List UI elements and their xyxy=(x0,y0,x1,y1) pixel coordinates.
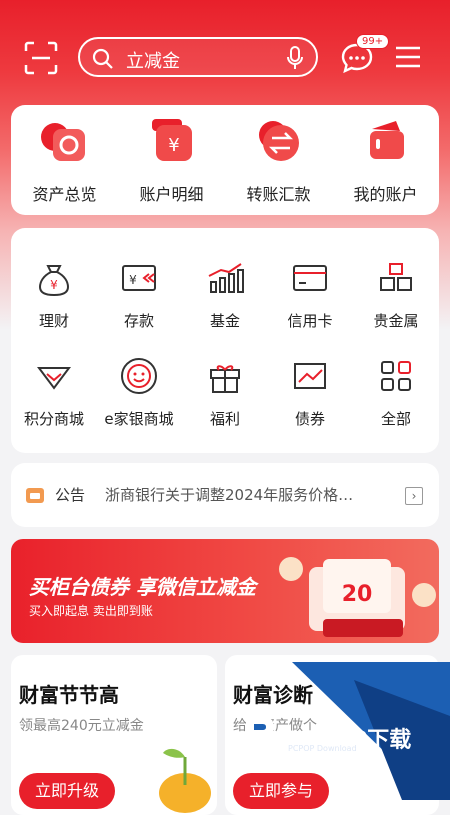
quick-item-label: 账户明细 xyxy=(139,185,204,204)
service-item-credit-card[interactable]: 信用卡 xyxy=(267,258,353,331)
service-label: 贵金属 xyxy=(373,312,419,330)
message-badge: 99+ xyxy=(356,34,390,49)
participate-button[interactable]: 立即参与 xyxy=(233,773,329,809)
service-label: 债券 xyxy=(294,410,325,428)
banner-amount: 20 xyxy=(342,582,373,607)
watermark-logo-icon xyxy=(246,716,274,754)
promo-banner[interactable]: 20 买柜台债券 享微信立减金 买入即起息 卖出即到账 xyxy=(11,539,439,643)
money-bag-icon: ¥ xyxy=(38,265,70,297)
svg-text:¥: ¥ xyxy=(129,273,137,287)
wealth-card-title: 财富节节高 xyxy=(19,683,119,707)
service-label: 信用卡 xyxy=(287,312,333,330)
chevron-right-icon[interactable]: › xyxy=(405,487,423,505)
quick-item-asset-overview[interactable]: 资产总览 xyxy=(11,115,118,205)
quick-item-transfer[interactable]: 转账汇款 xyxy=(225,115,332,205)
service-label: 全部 xyxy=(380,410,411,428)
service-item-benefits[interactable]: 福利 xyxy=(182,356,268,429)
service-label: 福利 xyxy=(209,410,240,428)
quick-actions-card: 资产总览 ¥ 账户明细 转账汇款 我的账户 xyxy=(11,105,439,215)
transfer-icon xyxy=(249,115,309,169)
svg-text:¥: ¥ xyxy=(168,135,179,156)
top-bar: 立减金 99+ xyxy=(0,34,450,81)
menu-icon[interactable] xyxy=(394,45,422,69)
search-input[interactable]: 立减金 xyxy=(126,47,180,73)
bond-chart-icon xyxy=(294,363,326,389)
service-label: 理财 xyxy=(38,312,69,330)
quick-item-label: 资产总览 xyxy=(32,185,97,204)
service-label: e家银商城 xyxy=(104,410,174,428)
banner-title: 买柜台债券 享微信立减金 xyxy=(29,575,256,599)
services-card: ¥ 理财 ¥ 存款 基金 信用卡 贵金属 积分商城 e家银商城 福利 债券 全部 xyxy=(11,228,439,453)
wealth-card-subtitle: 领最高240元立减金 xyxy=(19,718,144,734)
notice-bar[interactable]: 公告 浙商银行关于调整2024年服务价格… › xyxy=(11,463,439,527)
announcement-icon xyxy=(26,488,44,503)
service-item-all[interactable]: 全部 xyxy=(353,356,439,429)
account-detail-icon: ¥ xyxy=(142,115,202,169)
upgrade-button[interactable]: 立即升级 xyxy=(19,773,115,809)
service-item-precious-metals[interactable]: 贵金属 xyxy=(353,258,439,331)
microphone-icon[interactable] xyxy=(286,46,304,70)
quick-item-label: 我的账户 xyxy=(353,185,418,204)
credit-card-icon xyxy=(293,265,327,291)
quick-item-my-account[interactable]: 我的账户 xyxy=(332,115,439,205)
service-label: 积分商城 xyxy=(23,410,84,428)
deposit-icon: ¥ xyxy=(122,265,156,291)
service-label: 基金 xyxy=(209,312,240,330)
scan-icon[interactable] xyxy=(24,41,58,75)
service-item-bonds[interactable]: 债券 xyxy=(267,356,353,429)
service-item-points-mall[interactable]: 积分商城 xyxy=(11,356,97,429)
watermark-subtext: PCPOP Download xyxy=(288,744,357,753)
wealth-card-growth[interactable]: 财富节节高 领最高240元立减金 立即升级 xyxy=(11,655,217,815)
banner-subtitle: 买入即起息 卖出即到账 xyxy=(29,604,153,618)
search-bar[interactable]: 立减金 xyxy=(78,37,318,77)
grid-icon xyxy=(381,361,411,391)
search-icon xyxy=(92,48,113,69)
my-account-icon xyxy=(356,115,416,169)
service-item-fund[interactable]: 基金 xyxy=(182,258,268,331)
service-item-deposit[interactable]: ¥ 存款 xyxy=(96,258,182,331)
wealth-card-title: 财富诊断 xyxy=(233,683,313,707)
mall-face-icon xyxy=(121,358,157,394)
service-item-e-home-mall[interactable]: e家银商城 xyxy=(96,356,182,429)
notice-tag: 公告 xyxy=(55,486,86,504)
quick-item-account-detail[interactable]: ¥ 账户明细 xyxy=(118,115,225,205)
svg-text:¥: ¥ xyxy=(50,278,58,292)
sprout-icon xyxy=(159,748,211,813)
diamond-icon xyxy=(37,367,71,390)
quick-item-label: 转账汇款 xyxy=(246,185,311,204)
gift-icon xyxy=(210,365,240,393)
asset-overview-icon xyxy=(35,115,95,169)
notice-content[interactable]: 浙商银行关于调整2024年服务价格… xyxy=(105,484,353,505)
service-item-wealth[interactable]: ¥ 理财 xyxy=(11,258,97,331)
fund-chart-icon xyxy=(208,263,244,293)
service-label: 存款 xyxy=(123,312,154,330)
gold-bars-icon xyxy=(380,263,412,291)
